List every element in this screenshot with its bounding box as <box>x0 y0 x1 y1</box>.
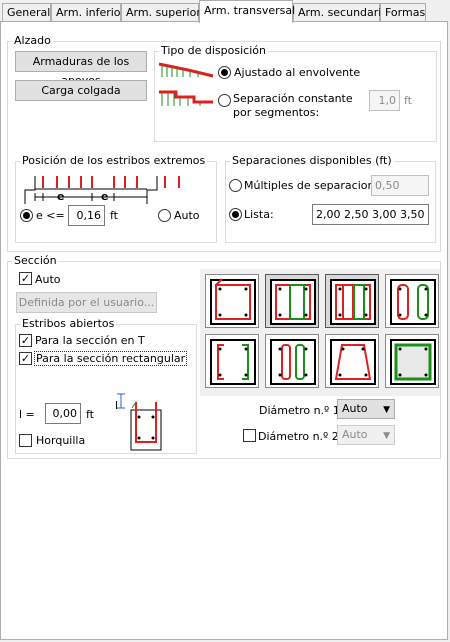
carga-colgada-button[interactable]: Carga colgada <box>15 80 147 101</box>
auto-seccion-label: Auto <box>35 273 61 286</box>
auto-seccion-checkbox[interactable]: ✓ <box>19 272 32 285</box>
e-value-input[interactable]: 0,16 <box>68 205 105 226</box>
diametro1-value: Auto <box>342 402 368 415</box>
lista-label: Lista: <box>244 208 274 221</box>
separaciones-title: Separaciones disponibles (ft) <box>230 154 394 167</box>
separacion-constante-radio[interactable] <box>218 94 231 107</box>
seccion-rect-label: Para la sección rectangular <box>34 351 188 366</box>
auto-posicion-label: Auto <box>174 209 200 222</box>
seccion-tipo-1-button[interactable] <box>205 274 259 328</box>
alzado-title: Alzado <box>12 34 53 47</box>
tab-bar: General Arm. inferior Arm. superior Arm.… <box>0 0 450 23</box>
seccion-title: Sección <box>12 254 59 267</box>
l-unit: ft <box>86 408 94 421</box>
posicion-diagram <box>24 176 180 204</box>
seccion-tipo-4-button[interactable] <box>385 274 439 328</box>
seccion-tipo-4-icon <box>390 279 436 325</box>
seccion-tipo-8-button[interactable] <box>385 334 439 388</box>
definida-usuario-button[interactable]: Definida por el usuario... <box>16 292 157 313</box>
l-label: l = <box>19 408 35 421</box>
tab-arm-inferior[interactable]: Arm. inferior <box>51 3 125 22</box>
seccion-tipo-5-button[interactable] <box>205 334 259 388</box>
armaduras-apoyos-button[interactable]: Armaduras de los apoyos <box>15 51 147 87</box>
chevron-down-icon: ▼ <box>383 431 390 441</box>
tab-arm-superior[interactable]: Arm. superior <box>121 3 201 22</box>
seccion-tipo-6-icon <box>270 339 316 385</box>
horquilla-checkbox[interactable] <box>19 434 32 447</box>
multiples-input[interactable]: 0,50 <box>371 175 429 196</box>
diagram-l-label: l <box>115 399 119 412</box>
tab-arm-secundaria[interactable]: Arm. secundaria <box>293 3 388 22</box>
estribos-abiertos-title: Estribos abiertos <box>20 317 117 330</box>
seccion-t-checkbox[interactable]: ✓ <box>19 334 32 347</box>
posicion-estribos-title: Posición de los estribos extremos <box>20 154 208 167</box>
chevron-down-icon: ▼ <box>383 405 390 415</box>
tab-arm-transversal[interactable]: Arm. transversal <box>199 0 295 23</box>
tipo-disposicion-title: Tipo de disposición <box>159 44 268 57</box>
tab-general[interactable]: General <box>2 3 51 22</box>
multiples-label: Múltiples de separaciones: <box>244 179 391 192</box>
separacion-unit: ft <box>404 94 412 107</box>
lista-radio[interactable] <box>229 208 242 221</box>
seccion-tipo-7-button[interactable] <box>325 334 379 388</box>
envolvente-radio[interactable] <box>218 66 231 79</box>
separaciones-group <box>225 161 436 243</box>
segmentos-icon <box>159 90 213 106</box>
seccion-tipo-2-icon <box>270 279 316 325</box>
envolvente-label: Ajustado al envolvente <box>234 66 361 79</box>
envolvente-icon <box>158 62 214 78</box>
seccion-tipo-5-icon <box>210 339 256 385</box>
diametro2-select[interactable]: Auto ▼ <box>337 425 395 445</box>
seccion-tipo-2-button[interactable] <box>265 274 319 328</box>
diametro1-select[interactable]: Auto ▼ <box>337 399 395 419</box>
diametro2-checkbox[interactable] <box>243 429 256 442</box>
diagram-e-label-1: e <box>57 190 65 203</box>
multiples-radio[interactable] <box>229 179 242 192</box>
seccion-tipo-3-button[interactable] <box>325 274 379 328</box>
separacion-constante-input[interactable]: 1,0 <box>369 90 400 111</box>
e-label: e <= <box>36 209 65 222</box>
e-unit: ft <box>110 209 118 222</box>
separacion-constante-label: Separación constante por segmentos: <box>233 92 353 119</box>
seccion-t-label: Para la sección en T <box>35 334 145 347</box>
diagram-e-label-2: e <box>101 190 109 203</box>
estribo-abierto-diagram <box>117 393 162 451</box>
lista-input[interactable]: 2,00 2,50 3,00 3,50 4 <box>312 204 429 225</box>
diametro1-label: Diámetro n.º 1: <box>259 404 344 417</box>
seccion-tipo-1-icon <box>210 278 256 325</box>
seccion-tipo-7-icon <box>330 339 376 385</box>
seccion-tipo-6-button[interactable] <box>265 334 319 388</box>
l-value-input[interactable]: 0,00 <box>45 403 81 424</box>
tab-formas[interactable]: Formas <box>380 3 426 22</box>
horquilla-label: Horquilla <box>36 434 86 447</box>
seccion-rect-checkbox[interactable]: ✓ <box>19 352 32 365</box>
diametro2-label: Diámetro n.º 2: <box>258 430 343 443</box>
seccion-tipo-8-icon <box>390 339 436 385</box>
e-radio[interactable] <box>20 209 33 222</box>
diametro2-value: Auto <box>342 428 368 441</box>
seccion-tipo-3-icon <box>330 279 376 325</box>
auto-posicion-radio[interactable] <box>158 209 171 222</box>
